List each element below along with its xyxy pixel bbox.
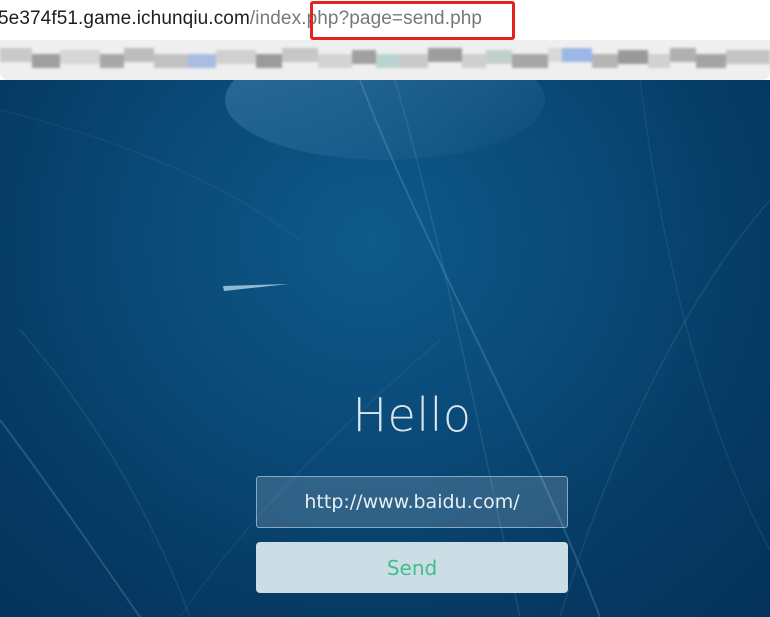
page-body: Hello Send xyxy=(0,80,770,617)
bookmarks-bar xyxy=(0,40,770,80)
send-button[interactable]: Send xyxy=(256,542,568,593)
background-light-beams xyxy=(0,80,770,617)
url-host: 5e374f51.game.ichunqiu.com xyxy=(0,8,250,29)
screenshot-root: 5e374f51.game.ichunqiu.com/index.php?pag… xyxy=(0,0,770,617)
browser-address-bar[interactable]: 5e374f51.game.ichunqiu.com/index.php?pag… xyxy=(0,0,770,41)
heading-text: Hello xyxy=(352,388,472,442)
annotation-highlight-box xyxy=(310,1,515,40)
pixelated-bookmarks xyxy=(0,46,770,74)
page-heading: Hello xyxy=(0,387,770,443)
url-input[interactable] xyxy=(256,476,568,528)
